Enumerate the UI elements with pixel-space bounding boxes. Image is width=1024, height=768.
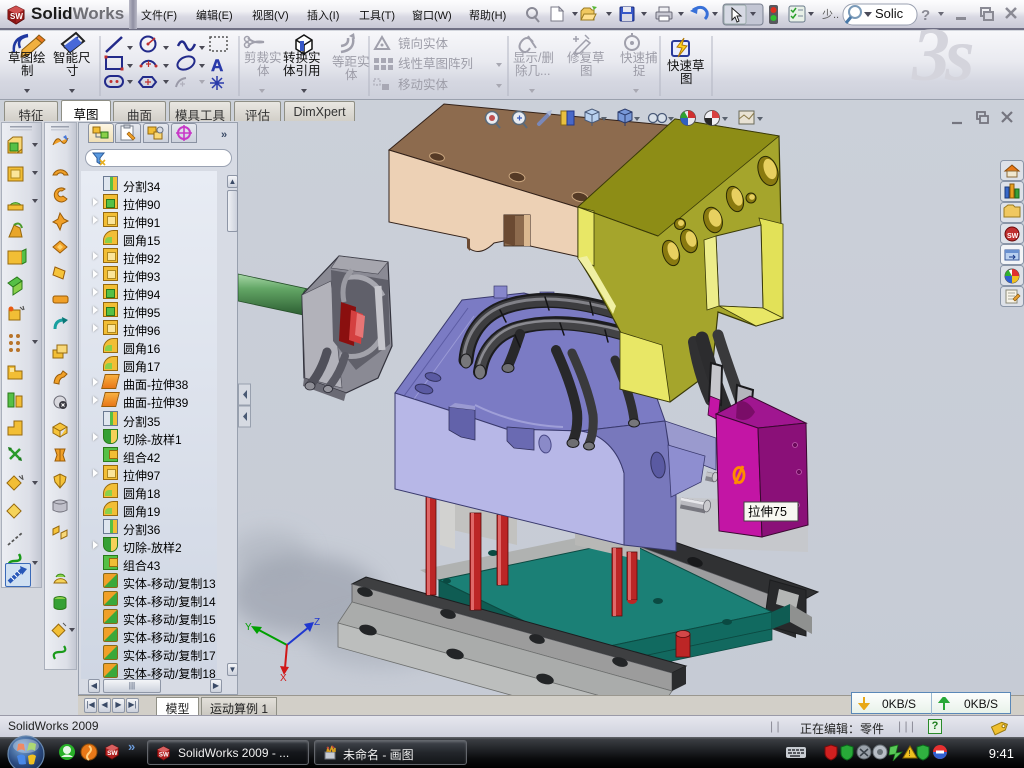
svg-text:体: 体 [345, 68, 358, 82]
svg-text:体引用: 体引用 [283, 64, 321, 78]
svg-text:快速捕: 快速捕 [620, 50, 658, 65]
svg-text:寸: 寸 [66, 64, 79, 78]
svg-text:A: A [211, 56, 223, 75]
svg-text:少..: 少.. [822, 8, 839, 21]
svg-text:线性草图阵列: 线性草图阵列 [398, 57, 473, 71]
svg-text:捉: 捉 [633, 63, 646, 78]
svg-text:图: 图 [580, 64, 593, 78]
svg-text:Z: Z [314, 617, 320, 628]
svg-text:转换实: 转换实 [283, 50, 321, 65]
svg-text:镜向实体: 镜向实体 [398, 36, 449, 51]
svg-text:!: ! [909, 749, 911, 758]
svg-text:SW: SW [159, 751, 169, 758]
svg-text:除几...: 除几... [515, 63, 550, 78]
svg-text:修复草: 修复草 [567, 50, 605, 65]
svg-text:剪裁实: 剪裁实 [244, 50, 282, 65]
svg-text:制: 制 [21, 64, 34, 78]
svg-text:SW: SW [10, 12, 23, 21]
svg-text:图: 图 [680, 72, 693, 86]
svg-text:拉伸75: 拉伸75 [748, 504, 787, 519]
svg-text:草图绘: 草图绘 [8, 50, 46, 65]
svg-text:显示/删: 显示/删 [513, 51, 554, 65]
svg-text:快速草: 快速草 [667, 59, 705, 73]
svg-text:体: 体 [257, 64, 270, 78]
svg-text:Solic: Solic [875, 6, 904, 21]
svg-text:X: X [280, 673, 287, 684]
svg-text:等距实: 等距实 [332, 54, 370, 69]
svg-text:Y: Y [245, 622, 252, 633]
svg-text:智能尺: 智能尺 [53, 50, 91, 65]
svg-text:SW: SW [107, 750, 118, 757]
svg-text:SW: SW [1007, 233, 1019, 240]
svg-text:移动实体: 移动实体 [398, 77, 449, 92]
